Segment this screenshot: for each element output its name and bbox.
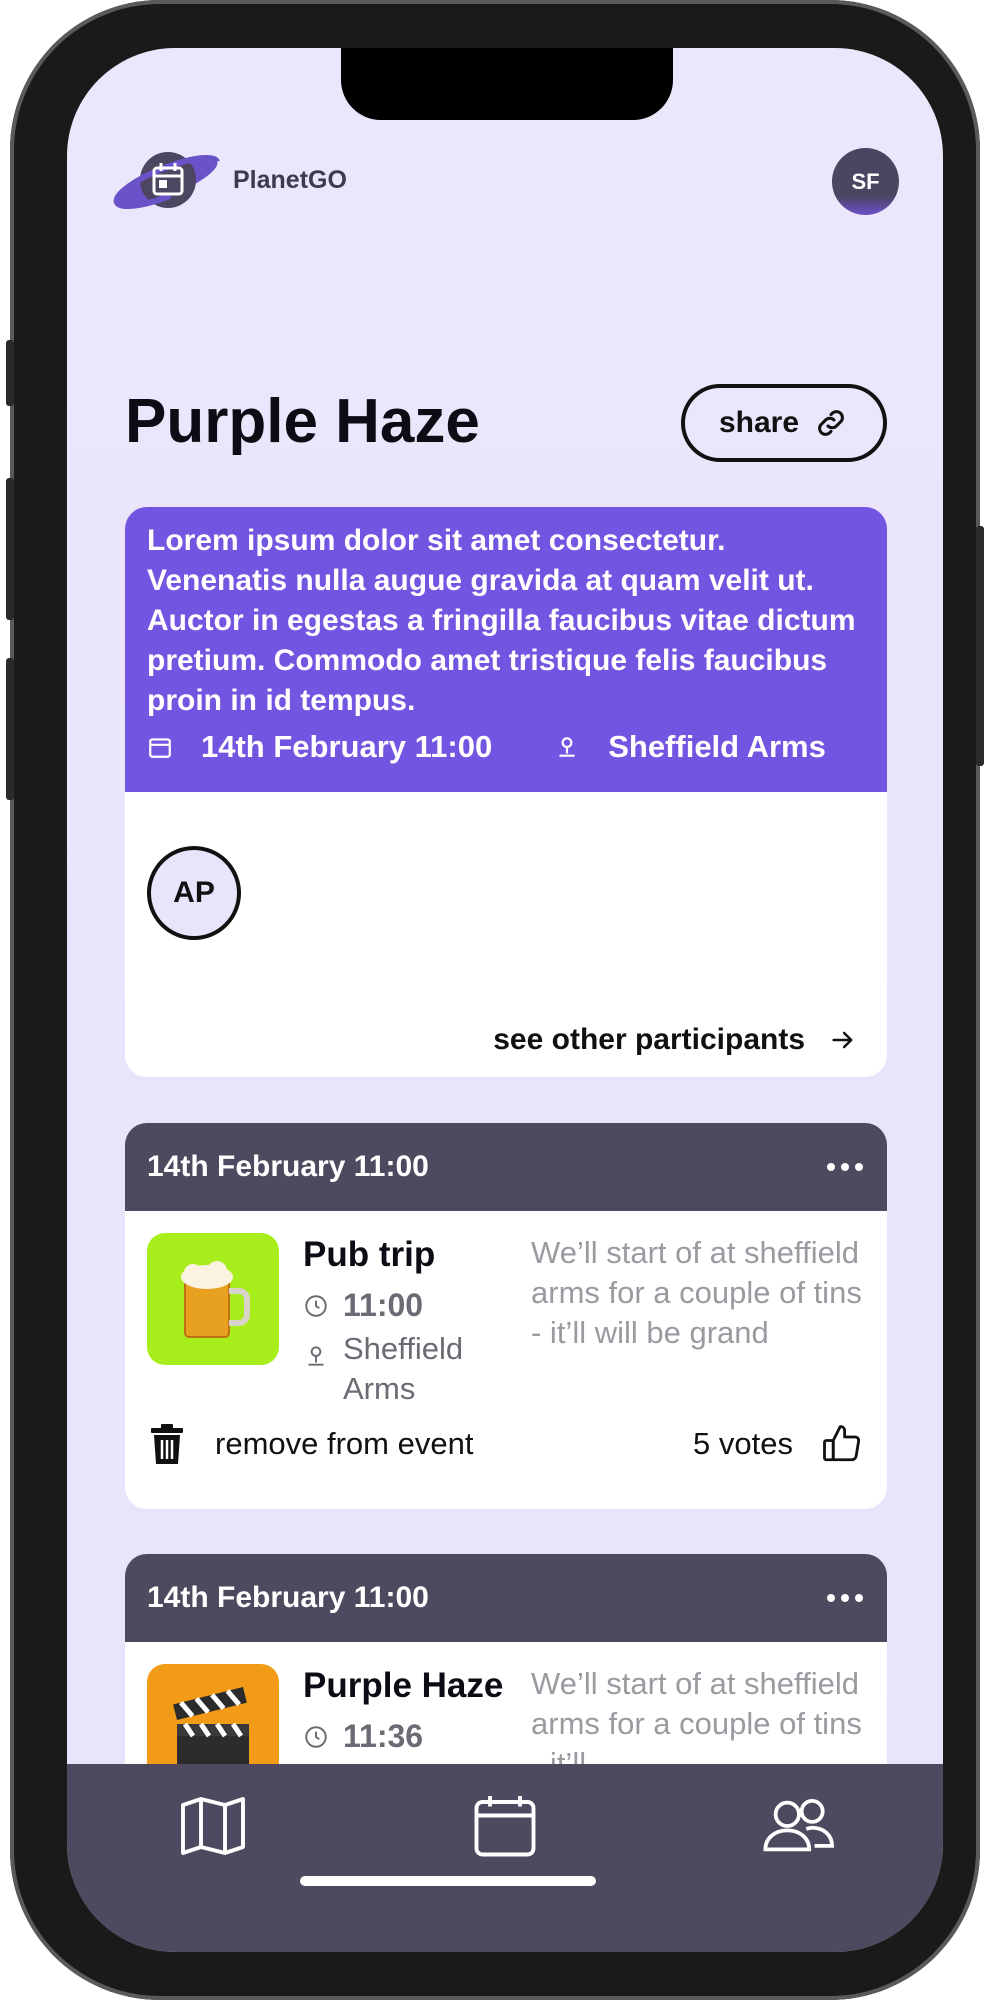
trash-icon <box>151 1424 183 1464</box>
activity-title: Purple Haze <box>303 1666 504 1705</box>
mute-switch <box>6 340 14 406</box>
activity-location-line2: Arms <box>343 1371 416 1406</box>
map-icon[interactable] <box>177 1790 249 1862</box>
home-indicator[interactable] <box>300 1876 596 1886</box>
activity-time-value: 11:00 <box>343 1287 424 1323</box>
beer-mug-icon <box>181 1261 250 1338</box>
remove-from-event-button[interactable]: remove from event <box>147 1422 473 1466</box>
calendar-icon[interactable] <box>469 1790 541 1862</box>
activity-title: Pub trip <box>303 1235 436 1274</box>
activity-location-line1: Sheffield <box>343 1331 464 1366</box>
activity-time: 11:00 <box>303 1287 423 1324</box>
arrow-right-icon <box>832 1031 853 1049</box>
see-participants-link[interactable]: see other participants <box>493 1023 857 1057</box>
location-pin-icon <box>308 1346 324 1366</box>
activity-description: We’ll start of at sheffield arms for a c… <box>531 1235 862 1350</box>
event-location: Sheffield Arms <box>608 729 826 764</box>
vote-count: 5 votes <box>693 1426 793 1461</box>
activity-card: 14th February 11:00 Pub trip 11:00 Sheff… <box>125 1123 887 1509</box>
activity-header: 14th February 11:00 <box>125 1554 887 1642</box>
screen: PlanetGO SF Purple Haze share Lorem ipsu… <box>67 48 943 1952</box>
event-date: 14th February 11:00 <box>201 729 493 764</box>
share-label: share <box>718 406 800 439</box>
share-button[interactable]: share <box>681 384 887 462</box>
location-pin-icon <box>559 737 575 757</box>
votes-section: 5 votes <box>693 1421 863 1467</box>
power-button <box>976 526 984 766</box>
event-description: Lorem ipsum dolor sit amet consectetur. … <box>147 524 856 717</box>
clock-icon <box>305 1294 327 1317</box>
thumbs-up-icon[interactable] <box>821 1421 863 1467</box>
event-meta: 14th February 11:00 Sheffield Arms <box>147 729 865 765</box>
participant-avatar[interactable]: AP <box>147 846 241 940</box>
activity-location: Sheffield Arms <box>303 1329 463 1409</box>
more-options-icon[interactable] <box>827 1594 863 1602</box>
bottom-nav-bar <box>67 1764 943 1952</box>
notch <box>341 48 673 120</box>
page-title: Purple Haze <box>125 387 480 456</box>
volume-down-button <box>6 658 14 800</box>
remove-label: remove from event <box>215 1426 474 1461</box>
people-icon[interactable] <box>761 1790 837 1862</box>
activity-date: 14th February 11:00 <box>147 1150 429 1183</box>
activity-time-value: 11:36 <box>343 1718 424 1754</box>
participants-section: AP see other participants <box>125 792 887 1077</box>
activity-footer: remove from event 5 votes <box>147 1419 863 1469</box>
activity-time: 11:36 <box>303 1718 423 1755</box>
volume-up-button <box>6 478 14 620</box>
app-name: PlanetGO <box>233 166 347 194</box>
activity-header: 14th February 11:00 <box>125 1123 887 1211</box>
more-options-icon[interactable] <box>827 1163 863 1171</box>
see-participants-label: see other participants <box>493 1023 805 1056</box>
activity-thumbnail <box>147 1233 279 1365</box>
event-header: Lorem ipsum dolor sit amet consectetur. … <box>125 507 887 792</box>
event-card: Lorem ipsum dolor sit amet consectetur. … <box>125 507 887 1077</box>
calendar-icon <box>149 738 171 758</box>
activity-date: 14th February 11:00 <box>147 1581 429 1614</box>
activity-body: Pub trip 11:00 Sheffield Arms We’ll star… <box>125 1211 887 1509</box>
clock-icon <box>305 1725 327 1748</box>
planet-logo-icon[interactable] <box>112 146 222 212</box>
link-icon <box>818 410 844 436</box>
user-avatar[interactable]: SF <box>832 148 899 215</box>
phone-frame: PlanetGO SF Purple Haze share Lorem ipsu… <box>6 0 984 2000</box>
